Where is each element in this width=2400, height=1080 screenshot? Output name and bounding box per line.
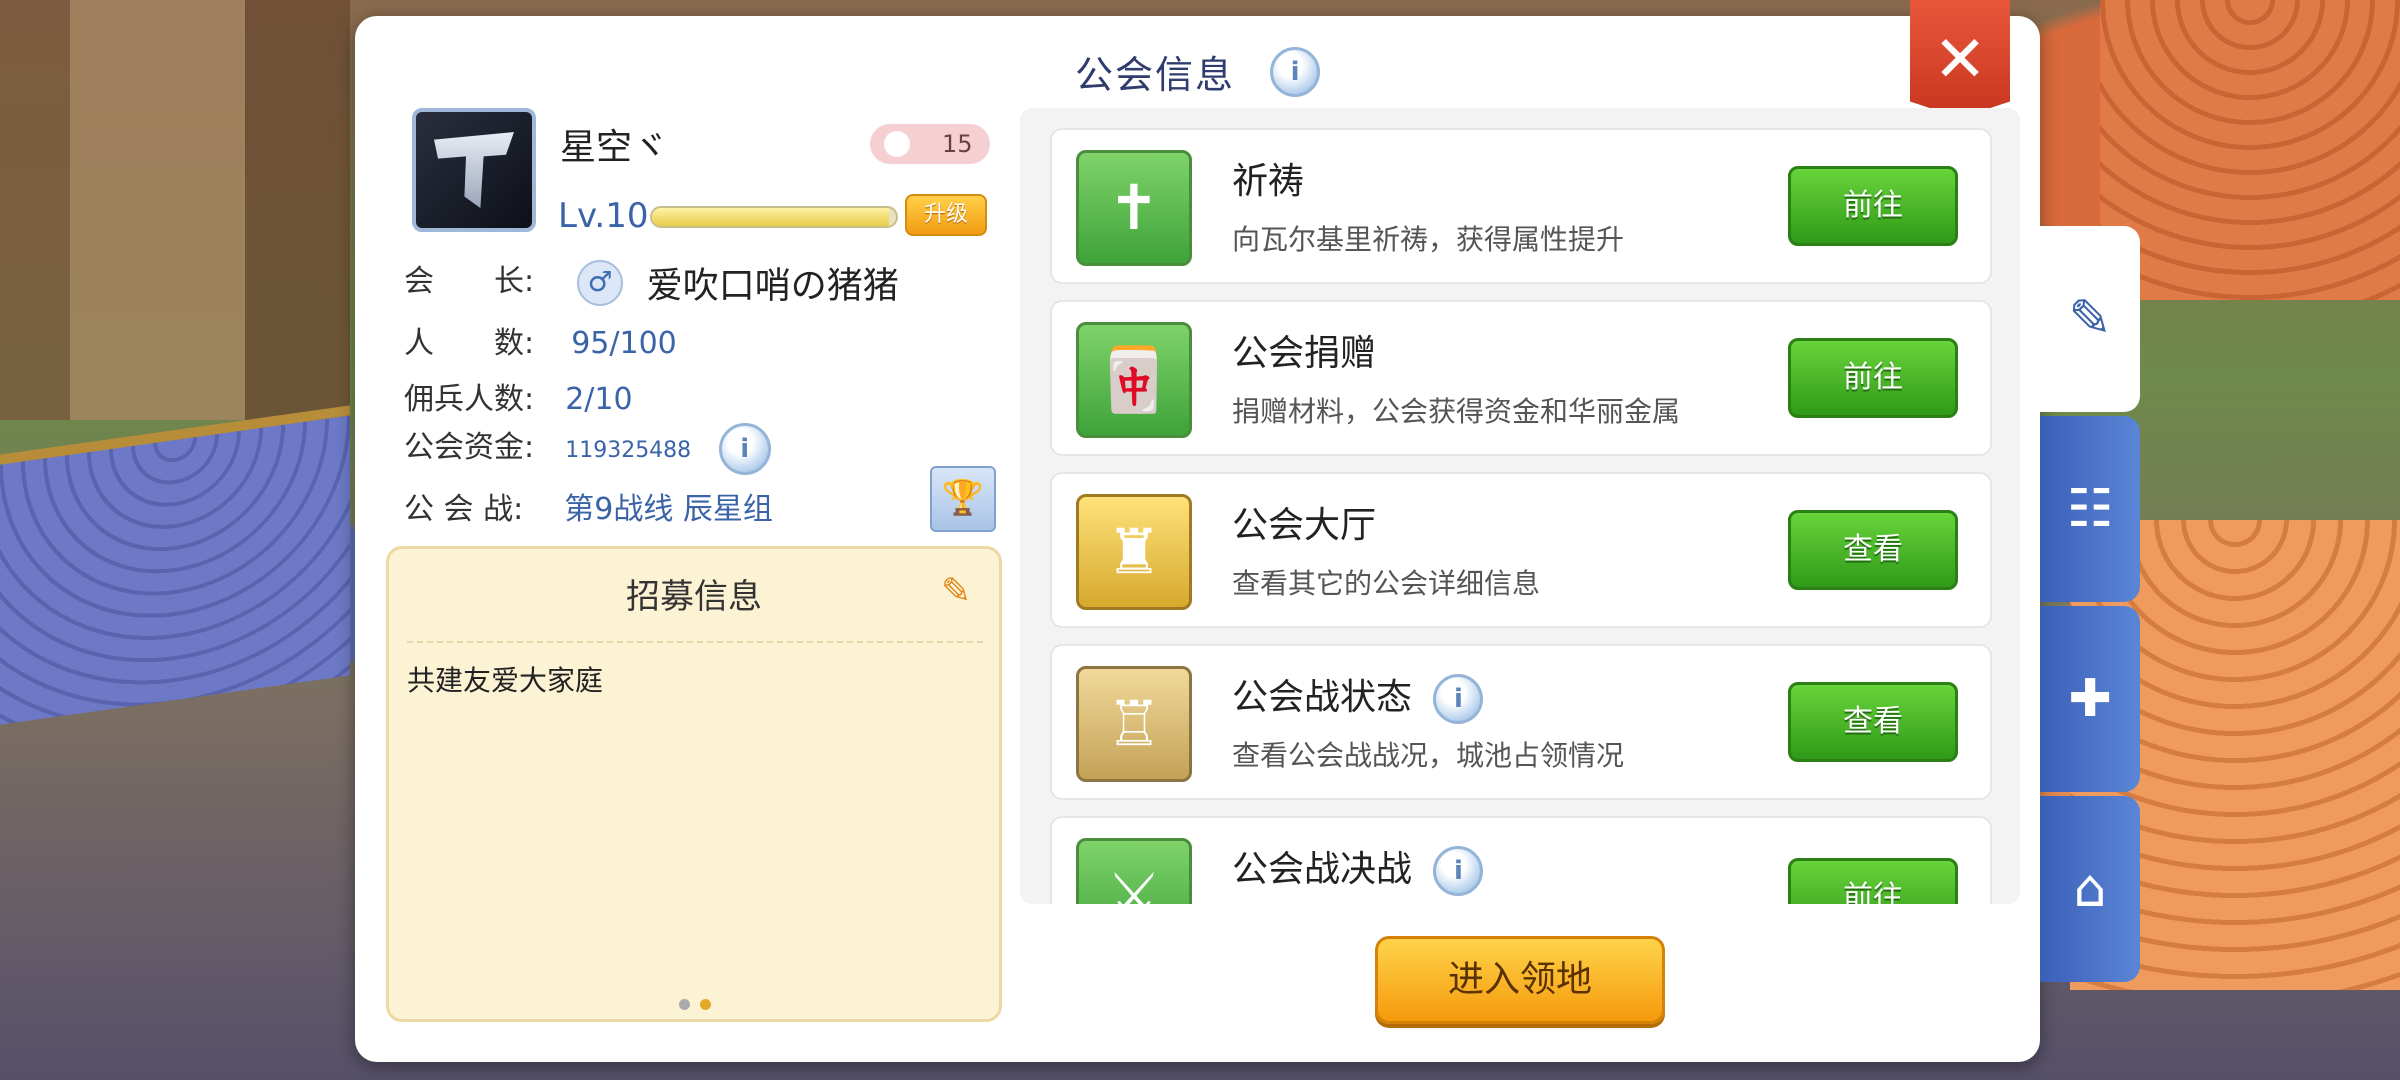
close-button[interactable]: ✕ (1910, 0, 2010, 118)
members-row: 人 数: 95/100 (404, 318, 677, 362)
donate-icon: 🀄 (1076, 322, 1192, 438)
castle-icon: ♜ (1076, 494, 1192, 610)
activity-title: 公会大厅 (1232, 505, 1377, 546)
panel-title: 公会信息 (1074, 53, 1235, 97)
activity-card-war-final: ⚔ 公会战决战 i 前往 (1050, 816, 1992, 904)
page-dot[interactable] (679, 999, 690, 1010)
funds-row: 公会资金: 119325488 i (404, 422, 771, 475)
guild-name: 星空ヾ (560, 127, 669, 168)
info-icon[interactable]: i (1433, 846, 1484, 896)
emblem-logo-icon (434, 132, 514, 208)
crossed-swords-icon: ⚔ (1076, 838, 1192, 904)
activity-desc: 捐赠材料，公会获得资金和华丽金属 (1232, 395, 1681, 428)
guild-emblem[interactable] (412, 108, 536, 232)
go-button[interactable]: 前往 (1788, 166, 1958, 246)
activity-desc: 查看其它的公会详细信息 (1232, 567, 1541, 600)
activity-title: 祈祷 (1232, 161, 1305, 202)
activity-list[interactable]: ✝ 祈祷 向瓦尔基里祈祷，获得属性提升 前往 🀄 公会捐赠 捐赠材料，公会获得资… (1020, 108, 2020, 904)
background-building (0, 0, 350, 420)
divider (407, 641, 983, 643)
funds-info-icon[interactable]: i (718, 422, 771, 475)
guild-war-row: 公 会 战: 第9战线 辰星组 (404, 484, 773, 528)
panel-header: 公会信息 i (355, 44, 2040, 108)
activity-title: 公会战状态 (1232, 677, 1413, 718)
recruit-text: 共建友爱大家庭 (407, 664, 604, 697)
upgrade-button[interactable]: 升级 (905, 194, 987, 236)
guild-house-icon: ⌂ (2073, 859, 2107, 919)
mercenary-label: 佣兵人数: (404, 382, 535, 417)
activity-desc: 向瓦尔基里祈祷，获得属性提升 (1232, 223, 1625, 256)
pray-icon: ✝ (1076, 150, 1192, 266)
chapel-icon: ✚ (2068, 669, 2112, 729)
leader-row: 会 长: ♂ 爱吹口哨の猪猪 (404, 256, 899, 309)
info-icon[interactable]: i (1270, 46, 1321, 97)
guild-war-value: 第9战线 辰星组 (564, 492, 773, 527)
activity-title-row: 公会战决战 i (1232, 840, 1484, 896)
activity-title: 公会战决战 (1232, 849, 1413, 890)
recruit-panel: 招募信息 ✎ 共建友爱大家庭 (386, 546, 1002, 1022)
heart-icon (884, 131, 910, 157)
enter-territory-button[interactable]: 进入领地 (1375, 936, 1665, 1024)
recruit-title: 招募信息 (626, 577, 762, 617)
likes-count: 15 (942, 130, 973, 158)
activity-card-donate: 🀄 公会捐赠 捐赠材料，公会获得资金和华丽金属 前往 (1050, 300, 1992, 456)
tab-guild-info[interactable]: ✎ (2040, 226, 2140, 412)
activity-card-war-status: ♖ 公会战状态 i 查看公会战战况，城池占领情况 查看 (1050, 644, 1992, 800)
activity-desc: 查看公会战战况，城池占领情况 (1232, 739, 1625, 772)
tab-chapel[interactable]: ✚ (2040, 606, 2140, 792)
activity-card-hall: ♜ 公会大厅 查看其它的公会详细信息 查看 (1050, 472, 1992, 628)
leader-name[interactable]: 爱吹口哨の猪猪 (647, 266, 899, 307)
info-icon[interactable]: i (1433, 674, 1484, 724)
mercenary-row: 佣兵人数: 2/10 (404, 374, 633, 418)
edit-icon: ✎ (2068, 289, 2112, 349)
guild-level: Lv.10 (558, 196, 649, 236)
level-progress-bar (650, 206, 898, 228)
members-label: 人 数: (404, 326, 535, 361)
mercenary-value: 2/10 (565, 382, 633, 417)
close-icon: ✕ (1933, 23, 1987, 97)
enter-territory-row: 进入领地 (1020, 936, 2020, 1024)
side-tab-bar: ✎ ☷ ✚ ⌂ (2040, 226, 2140, 986)
fort-icon: ♖ (1076, 666, 1192, 782)
leader-label: 会 长: (404, 264, 535, 299)
contacts-icon: ☷ (2066, 479, 2114, 539)
background-roof-left (0, 405, 350, 725)
go-button[interactable]: 前往 (1788, 338, 1958, 418)
funds-value: 119325488 (565, 438, 692, 463)
trophy-button[interactable]: 🏆 (930, 466, 996, 532)
level-progress-fill (652, 208, 889, 226)
trophy-icon: 🏆 (941, 478, 985, 518)
funds-label: 公会资金: (404, 430, 535, 465)
guild-war-label: 公 会 战: (404, 492, 524, 527)
view-button[interactable]: 查看 (1788, 510, 1958, 590)
members-value: 95/100 (571, 326, 677, 361)
tab-members[interactable]: ☷ (2040, 416, 2140, 602)
page-dot-active[interactable] (700, 999, 711, 1010)
go-button[interactable]: 前往 (1788, 858, 1958, 904)
male-icon: ♂ (577, 259, 624, 306)
background-roof-top-right (2100, 0, 2400, 300)
edit-icon[interactable]: ✎ (941, 571, 971, 612)
view-button[interactable]: 查看 (1788, 682, 1958, 762)
activity-card-pray: ✝ 祈祷 向瓦尔基里祈祷，获得属性提升 前往 (1050, 128, 1992, 284)
tab-guild-house[interactable]: ⌂ (2040, 796, 2140, 982)
page-indicator (679, 995, 721, 1014)
likes-badge[interactable]: 15 (870, 124, 990, 164)
activity-title: 公会捐赠 (1232, 333, 1377, 374)
activity-title-row: 公会战状态 i (1232, 668, 1484, 724)
